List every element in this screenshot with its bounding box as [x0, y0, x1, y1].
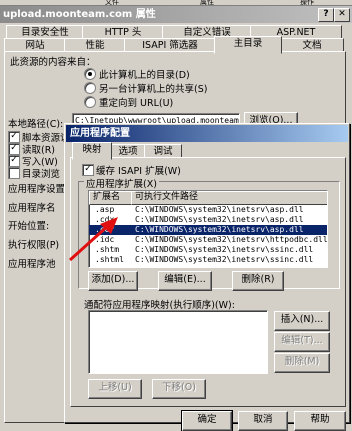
row-path: C:\WINDOWS\system32\inetsrv\ssinc.dll — [135, 255, 314, 264]
cancel-label: 取消 — [253, 414, 273, 425]
strip-item: 属性 — [200, 0, 214, 6]
cancel-button[interactable]: 取消 — [238, 411, 288, 431]
app-name-label: 应用程序名 — [8, 203, 56, 214]
delete-wildcard-label: 删除(M) — [284, 356, 320, 367]
tab-label: 选项 — [118, 146, 138, 157]
row-path: C:\WINDOWS\system32\inetsrv\asp.dll — [135, 225, 304, 234]
chk-read[interactable]: ✓ — [8, 143, 20, 155]
edit-wildcard-label: 编辑(T)... — [281, 335, 323, 346]
tab-home-directory[interactable]: 主目录 — [214, 36, 282, 54]
chk-dir-browse[interactable] — [8, 167, 20, 179]
tab-label: 调试 — [153, 146, 173, 157]
tab-label: ISAPI 筛选器 — [142, 40, 198, 51]
ok-label: 确定 — [197, 414, 217, 425]
tab-mappings[interactable]: 映射 — [72, 142, 112, 160]
resource-heading: 此资源的内容来自： — [10, 57, 96, 68]
tab-label: 映射 — [82, 144, 102, 155]
help-icon[interactable]: ? — [318, 8, 334, 22]
row-path: C:\WINDOWS\system32\inetsrv\asp.dll — [135, 205, 304, 214]
help-button[interactable]: 帮助 — [294, 411, 346, 431]
move-up-button[interactable]: 上移(U) — [88, 379, 142, 399]
radio-local-dir[interactable] — [84, 68, 96, 80]
tab-label: ASP.NET — [276, 27, 316, 38]
column-exec-path[interactable]: 可执行文件路径 — [131, 191, 327, 205]
wildcard-list[interactable] — [88, 310, 268, 374]
move-up-label: 上移(U) — [98, 382, 132, 393]
exec-perm-label: 执行权限(P) — [8, 240, 60, 251]
app-settings-label: 应用程序设置 — [8, 184, 66, 195]
help-label: 帮助 — [310, 414, 330, 425]
tab-label: 性能 — [85, 40, 105, 51]
delete-button[interactable]: 删除(R) — [232, 271, 284, 291]
radio-redirect-url-label: 重定向到 URL(U) — [99, 98, 174, 109]
tab-label: 目录安全性 — [21, 27, 69, 38]
tab-label: 文档 — [302, 40, 322, 51]
cache-isapi-label: 缓存 ISAPI 扩展(W) — [96, 166, 181, 177]
column-label: 可执行文件路径 — [135, 192, 199, 202]
back-window-titlebar[interactable]: upload.moonteam.com 属性 ? ✕ — [0, 6, 352, 23]
app-pool-label: 应用程序池 — [8, 259, 56, 270]
dialog-titlebar[interactable]: 应用程序配置 — [66, 125, 348, 142]
radio-local-dir-label: 此计算机上的目录(D) — [99, 70, 190, 81]
dialog-title: 应用程序配置 — [70, 128, 130, 139]
row-path: C:\WINDOWS\system32\inetsrv\ssinc.dll — [135, 245, 314, 254]
strip-item: 操作 — [300, 0, 314, 6]
row-path: C:\WINDOWS\system32\inetsrv\asp.dll — [135, 215, 304, 224]
add-button[interactable]: 添加(D)... — [88, 271, 138, 291]
tab-label: HTTP 头 — [104, 27, 142, 38]
edit-wildcard-button[interactable]: 编辑(T)... — [274, 332, 330, 352]
chk-write[interactable]: ✓ — [8, 155, 20, 167]
arrow-shaft — [68, 222, 112, 262]
tab-label: 主目录 — [233, 38, 263, 49]
app-ext-label: 应用程序扩展(X) — [84, 176, 159, 190]
start-point-label: 开始位置: — [8, 221, 50, 232]
chk-dir-browse-label: 目录浏览 — [22, 169, 61, 180]
add-label: 添加(D)... — [91, 274, 135, 285]
chk-script-source[interactable]: ✓ — [8, 131, 20, 143]
radio-network-share[interactable] — [84, 82, 96, 94]
row-path: C:\WINDOWS\system32\inetsrv\httpodbc.dll — [135, 235, 328, 244]
strip-item: 文件 — [105, 0, 119, 6]
radio-redirect-url[interactable] — [84, 96, 96, 108]
column-label: 扩展名 — [93, 192, 121, 202]
move-down-label: 下移(O) — [162, 382, 196, 393]
radio-network-share-label: 另一台计算机上的共享(S) — [99, 84, 208, 95]
delete-label: 删除(R) — [241, 274, 275, 285]
insert-label: 插入(N)... — [280, 314, 324, 325]
delete-wildcard-button[interactable]: 删除(M) — [274, 353, 330, 373]
local-path-label: 本地路径(C): — [8, 119, 64, 130]
red-arrow-annotation — [68, 217, 118, 262]
edit-button[interactable]: 编辑(E)... — [158, 271, 212, 291]
tab-label: 网站 — [25, 40, 45, 51]
edit-label: 编辑(E)... — [164, 274, 206, 285]
insert-button[interactable]: 插入(N)... — [274, 311, 330, 331]
wildcard-label: 通配符应用程序映射(执行顺序)(W): — [84, 300, 235, 311]
ok-button[interactable]: 确定 — [181, 410, 233, 431]
move-down-button[interactable]: 下移(O) — [152, 379, 206, 399]
column-extension[interactable]: 扩展名 — [89, 191, 136, 205]
close-icon[interactable]: ✕ — [334, 8, 350, 22]
chk-cache-isapi[interactable]: ✓ — [82, 164, 94, 176]
window-title: upload.moonteam.com 属性 — [3, 9, 156, 20]
